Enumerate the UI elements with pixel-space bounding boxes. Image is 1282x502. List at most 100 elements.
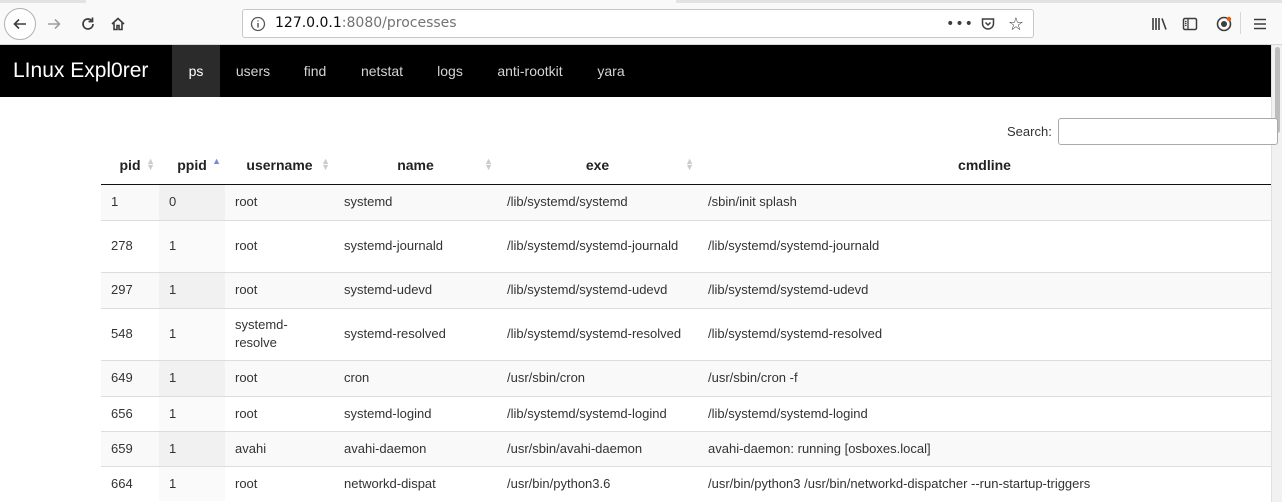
column-header-cmdline[interactable]: cmdline [698, 146, 1271, 185]
search-label: Search: [1007, 124, 1052, 139]
cell-exe: /usr/sbin/avahi-daemon [497, 430, 698, 466]
hamburger-menu-icon[interactable] [1248, 12, 1272, 36]
url-path: :8080/processes [341, 15, 457, 31]
process-table-container: pid ▲▼ ppid ▲▼ username ▲▼ name ▲▼ exe ▲▼ cmd… [101, 146, 1271, 501]
nav-tab-users[interactable]: users [226, 45, 280, 97]
cell-exe: /lib/systemd/systemd [497, 184, 698, 220]
cell-ppid: 1 [159, 359, 225, 396]
nav-tab-anti-rootkit[interactable]: anti-rootkit [486, 45, 574, 97]
sort-arrows-icon: ▲ ▼ [146, 156, 155, 172]
nav-tab-logs[interactable]: logs [427, 45, 473, 97]
cell-cmdline: /usr/sbin/cron -f [698, 359, 1271, 396]
cell-pid: 649 [101, 359, 159, 396]
column-header-label: username [246, 156, 313, 173]
cell-pid: 278 [101, 219, 159, 272]
cell-name: cron [334, 359, 497, 396]
cell-name: systemd-journald [334, 219, 497, 272]
nav-tab-ps[interactable]: ps [172, 45, 220, 97]
more-actions-icon[interactable]: ••• [946, 13, 973, 35]
nav-tab-netstat[interactable]: netstat [350, 45, 414, 97]
home-icon[interactable] [106, 12, 130, 36]
sort-arrows-icon: ▲ ▼ [321, 156, 330, 172]
table-row[interactable]: 278 1 root systemd-journald /lib/systemd… [101, 219, 1271, 272]
back-arrow-icon[interactable] [4, 8, 36, 40]
cell-ppid: 0 [159, 184, 225, 220]
table-row[interactable]: 656 1 root systemd-logind /lib/systemd/s… [101, 395, 1271, 431]
sort-arrows-icon: ▲ ▼ [484, 156, 493, 172]
cell-cmdline: /lib/systemd/systemd-logind [698, 395, 1271, 431]
cell-exe: /usr/bin/python3.6 [497, 465, 698, 501]
cell-exe: /usr/sbin/cron [497, 359, 698, 396]
cell-cmdline: /lib/systemd/systemd-resolved [698, 307, 1271, 360]
table-row[interactable]: 1 0 root systemd /lib/systemd/systemd /s… [101, 184, 1271, 220]
column-header-label: name [397, 156, 434, 173]
column-header-pid[interactable]: pid ▲ ▼ [101, 146, 159, 185]
cell-name: networkd-dispat [334, 465, 497, 501]
column-header-label: pid [119, 156, 141, 173]
column-header-exe[interactable]: exe ▲ ▼ [497, 146, 698, 185]
column-header-name[interactable]: name ▲ ▼ [334, 146, 497, 185]
library-icon[interactable] [1148, 12, 1172, 36]
cell-username: root [225, 271, 334, 308]
table-row[interactable]: 664 1 root networkd-dispat /usr/bin/pyth… [101, 465, 1271, 501]
cell-name: systemd-udevd [334, 271, 497, 308]
cell-pid: 659 [101, 430, 159, 466]
cell-ppid: 1 [159, 219, 225, 272]
cell-name: systemd-logind [334, 395, 497, 431]
table-header-row: pid ▲▼ ppid ▲▼ username ▲▼ name ▲▼ exe ▲▼ cmd… [101, 146, 1271, 185]
cell-cmdline: /lib/systemd/systemd-journald [698, 219, 1271, 272]
cell-username: root [225, 359, 334, 396]
cell-username: root [225, 184, 334, 220]
url-text[interactable]: 127.0.0.1:8080/processes [275, 15, 457, 31]
cell-exe: /lib/systemd/systemd-logind [497, 395, 698, 431]
column-header-username[interactable]: username ▲ ▼ [225, 146, 334, 185]
column-header-ppid[interactable]: ppid ▲▼ [159, 146, 225, 185]
cell-exe: /lib/systemd/systemd-udevd [497, 271, 698, 308]
cell-cmdline: avahi-daemon: running [osboxes.local] [698, 430, 1271, 466]
cell-name: systemd [334, 184, 497, 220]
cell-pid: 1 [101, 184, 159, 220]
pocket-icon[interactable] [977, 13, 999, 35]
column-header-label: ppid [177, 156, 207, 173]
cell-pid: 656 [101, 395, 159, 431]
cell-exe: /lib/systemd/systemd-resolved [497, 307, 698, 360]
toolbar-separator [1240, 12, 1241, 34]
app-brand[interactable]: LInux Expl0rer [13, 45, 148, 97]
cell-name: systemd-resolved [334, 307, 497, 360]
table-row[interactable]: 659 1 avahi avahi-daemon /usr/sbin/avahi… [101, 430, 1271, 466]
cell-pid: 664 [101, 465, 159, 501]
cell-pid: 297 [101, 271, 159, 308]
cell-username: systemd-resolve [225, 307, 334, 360]
sort-arrows-icon: ▲ ▼ [685, 156, 694, 172]
browser-toolbar: 127.0.0.1:8080/processes ••• ☆ [0, 0, 1282, 45]
cell-username: root [225, 465, 334, 501]
info-icon[interactable] [249, 15, 267, 33]
nav-tab-find[interactable]: find [292, 45, 338, 97]
cell-pid: 548 [101, 307, 159, 360]
tab-strip-edge [676, 0, 1282, 3]
star-icon[interactable]: ☆ [1005, 13, 1027, 35]
cell-username: root [225, 395, 334, 431]
column-header-label: cmdline [958, 156, 1011, 173]
table-row[interactable]: 649 1 root cron /usr/sbin/cron /usr/sbin… [101, 359, 1271, 396]
nav-tab-yara[interactable]: yara [588, 45, 634, 97]
cell-name: avahi-daemon [334, 430, 497, 466]
forward-arrow-icon[interactable] [42, 12, 66, 36]
cell-username: avahi [225, 430, 334, 466]
cell-ppid: 1 [159, 465, 225, 501]
cell-cmdline: /sbin/init splash [698, 184, 1271, 220]
table-row[interactable]: 548 1 systemd-resolve systemd-resolved /… [101, 307, 1271, 360]
cell-username: root [225, 219, 334, 272]
cell-ppid: 1 [159, 430, 225, 466]
tab-strip-edge [0, 0, 86, 3]
cell-ppid: 1 [159, 307, 225, 360]
page-scrollbar[interactable] [1271, 45, 1282, 502]
cell-cmdline: /lib/systemd/systemd-udevd [698, 271, 1271, 308]
account-icon[interactable] [1212, 12, 1236, 36]
reload-icon[interactable] [76, 12, 100, 36]
table-row[interactable]: 297 1 root systemd-udevd /lib/systemd/sy… [101, 271, 1271, 308]
search-input[interactable] [1058, 118, 1278, 145]
cell-exe: /lib/systemd/systemd-journald [497, 219, 698, 272]
sidebar-icon[interactable] [1178, 12, 1202, 36]
url-bar[interactable]: 127.0.0.1:8080/processes ••• ☆ [242, 9, 1034, 38]
